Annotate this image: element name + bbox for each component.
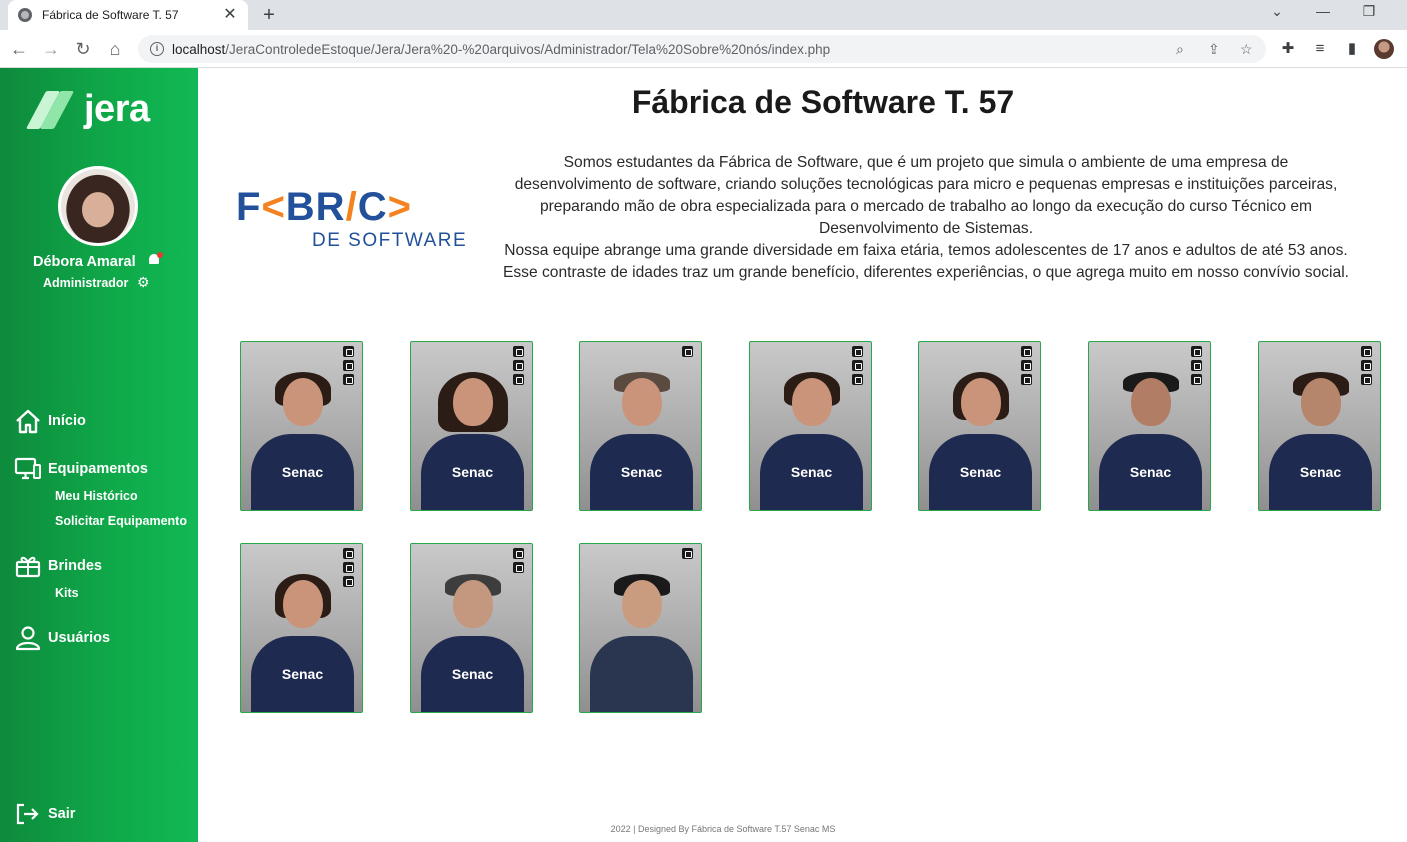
notification-bell-icon[interactable] bbox=[147, 252, 163, 268]
user-icon bbox=[14, 625, 42, 651]
profile-avatar-icon[interactable] bbox=[1374, 39, 1394, 59]
settings-gear-icon[interactable]: ⚙ bbox=[137, 274, 150, 291]
github-icon[interactable] bbox=[1191, 374, 1202, 385]
linkedin-icon[interactable] bbox=[852, 360, 863, 371]
linkedin-icon[interactable] bbox=[513, 360, 524, 371]
menu-item-inicio[interactable]: Início bbox=[14, 408, 86, 434]
github-icon[interactable] bbox=[852, 374, 863, 385]
submenu-meu-historico[interactable]: Meu Histórico bbox=[55, 489, 138, 503]
instagram-icon[interactable] bbox=[343, 548, 354, 559]
menu-label-usuarios: Usuários bbox=[48, 630, 111, 646]
logout-button[interactable]: Sair bbox=[14, 801, 75, 827]
sidebar: jera Débora Amaral Administrador ⚙ Iníci… bbox=[0, 68, 198, 842]
tab-search-icon[interactable]: ⌄ bbox=[1262, 3, 1292, 20]
team-member-card[interactable]: Senac bbox=[410, 341, 533, 511]
page-footer: 2022 | Designed By Fábrica de Software T… bbox=[610, 824, 836, 834]
user-avatar[interactable] bbox=[58, 166, 138, 246]
logo-subtitle: DE SOFTWARE bbox=[312, 230, 468, 251]
github-icon[interactable] bbox=[513, 374, 524, 385]
tab-title: Fábrica de Software T. 57 bbox=[42, 8, 179, 22]
github-icon[interactable] bbox=[1021, 374, 1032, 385]
home-browser-icon[interactable]: ⌂ bbox=[104, 38, 126, 60]
github-icon[interactable] bbox=[1361, 374, 1372, 385]
linkedin-icon[interactable] bbox=[343, 562, 354, 573]
url-text: localhost/JeraControledeEstoque/Jera/Jer… bbox=[172, 41, 831, 57]
address-bar[interactable]: i localhost/JeraControledeEstoque/Jera/J… bbox=[138, 35, 1266, 63]
jera-logo: jera bbox=[25, 88, 150, 131]
new-tab-button[interactable]: + bbox=[258, 4, 280, 26]
user-name: Débora Amaral bbox=[33, 254, 136, 270]
team-member-card[interactable]: Senac bbox=[918, 341, 1041, 511]
zoom-icon[interactable]: ⌕ bbox=[1176, 35, 1184, 63]
monitor-icon bbox=[14, 456, 42, 482]
linkedin-icon[interactable] bbox=[1191, 360, 1202, 371]
menu-label-brindes: Brindes bbox=[48, 558, 102, 574]
instagram-icon[interactable] bbox=[513, 346, 524, 357]
browser-tab[interactable]: Fábrica de Software T. 57 ✕ bbox=[8, 0, 248, 30]
reload-icon[interactable]: ↻ bbox=[72, 38, 94, 60]
restore-icon[interactable]: ❐ bbox=[1354, 3, 1384, 20]
logout-label: Sair bbox=[48, 806, 76, 822]
gift-icon bbox=[14, 553, 42, 579]
forward-icon[interactable]: → bbox=[40, 38, 62, 60]
logout-icon bbox=[14, 801, 42, 827]
minimize-icon[interactable]: — bbox=[1308, 3, 1338, 19]
main-content: Fábrica de Software T. 57 F<BR/C> DE SOF… bbox=[198, 68, 1407, 842]
team-member-card[interactable]: Senac bbox=[579, 341, 702, 511]
linkedin-icon[interactable] bbox=[1361, 360, 1372, 371]
bookmark-star-icon[interactable]: ☆ bbox=[1240, 35, 1253, 63]
menu-item-equipamentos[interactable]: Equipamentos bbox=[14, 456, 148, 482]
linkedin-icon[interactable] bbox=[343, 360, 354, 371]
instagram-icon[interactable] bbox=[682, 346, 693, 357]
instagram-icon[interactable] bbox=[343, 346, 354, 357]
submenu-kits[interactable]: Kits bbox=[55, 586, 79, 600]
menu-item-usuarios[interactable]: Usuários bbox=[14, 625, 110, 651]
team-member-card[interactable]: Senac bbox=[1088, 341, 1211, 511]
github-icon[interactable] bbox=[513, 562, 524, 573]
menu-item-brindes[interactable]: Brindes bbox=[14, 553, 102, 579]
instagram-icon[interactable] bbox=[682, 548, 693, 559]
instagram-icon[interactable] bbox=[1021, 346, 1032, 357]
github-icon[interactable] bbox=[343, 576, 354, 587]
fabrica-software-logo: F<BR/C> DE SOFTWARE bbox=[236, 185, 468, 251]
submenu-solicitar-equipamento[interactable]: Solicitar Equipamento bbox=[55, 514, 187, 528]
instagram-icon[interactable] bbox=[1191, 346, 1202, 357]
globe-icon bbox=[18, 8, 32, 22]
instagram-icon[interactable] bbox=[1361, 346, 1372, 357]
tab-close-icon[interactable]: ✕ bbox=[222, 7, 238, 23]
user-role: Administrador bbox=[43, 276, 129, 290]
home-icon bbox=[14, 408, 42, 434]
team-member-card[interactable]: Senac bbox=[240, 543, 363, 713]
team-member-card[interactable] bbox=[579, 543, 702, 713]
site-info-icon[interactable]: i bbox=[150, 42, 164, 56]
menu-label-inicio: Início bbox=[48, 413, 86, 429]
team-member-card[interactable]: Senac bbox=[1258, 341, 1381, 511]
menu-label-equipamentos: Equipamentos bbox=[48, 461, 148, 477]
about-description: Somos estudantes da Fábrica de Software,… bbox=[502, 154, 1349, 281]
share-icon[interactable]: ⇪ bbox=[1208, 35, 1220, 63]
jera-logo-text: jera bbox=[84, 88, 150, 130]
extensions-icon[interactable]: ✚ bbox=[1278, 39, 1298, 59]
side-panel-icon[interactable]: ▮ bbox=[1342, 39, 1362, 59]
github-icon[interactable] bbox=[343, 374, 354, 385]
page-title: Fábrica de Software T. 57 bbox=[631, 84, 1015, 120]
instagram-icon[interactable] bbox=[852, 346, 863, 357]
linkedin-icon[interactable] bbox=[1021, 360, 1032, 371]
jera-logo-mark-icon bbox=[25, 90, 76, 129]
reading-list-icon[interactable]: ≡ bbox=[1310, 39, 1330, 59]
instagram-icon[interactable] bbox=[513, 548, 524, 559]
team-member-card[interactable]: Senac bbox=[410, 543, 533, 713]
browser-toolbar: ← → ↻ ⌂ i localhost/JeraControledeEstoqu… bbox=[0, 30, 1407, 68]
team-member-card[interactable]: Senac bbox=[749, 341, 872, 511]
browser-tabstrip: Fábrica de Software T. 57 ✕ + ⌄ — ❐ bbox=[0, 0, 1407, 30]
team-member-card[interactable]: Senac bbox=[240, 341, 363, 511]
back-icon[interactable]: ← bbox=[8, 38, 30, 60]
